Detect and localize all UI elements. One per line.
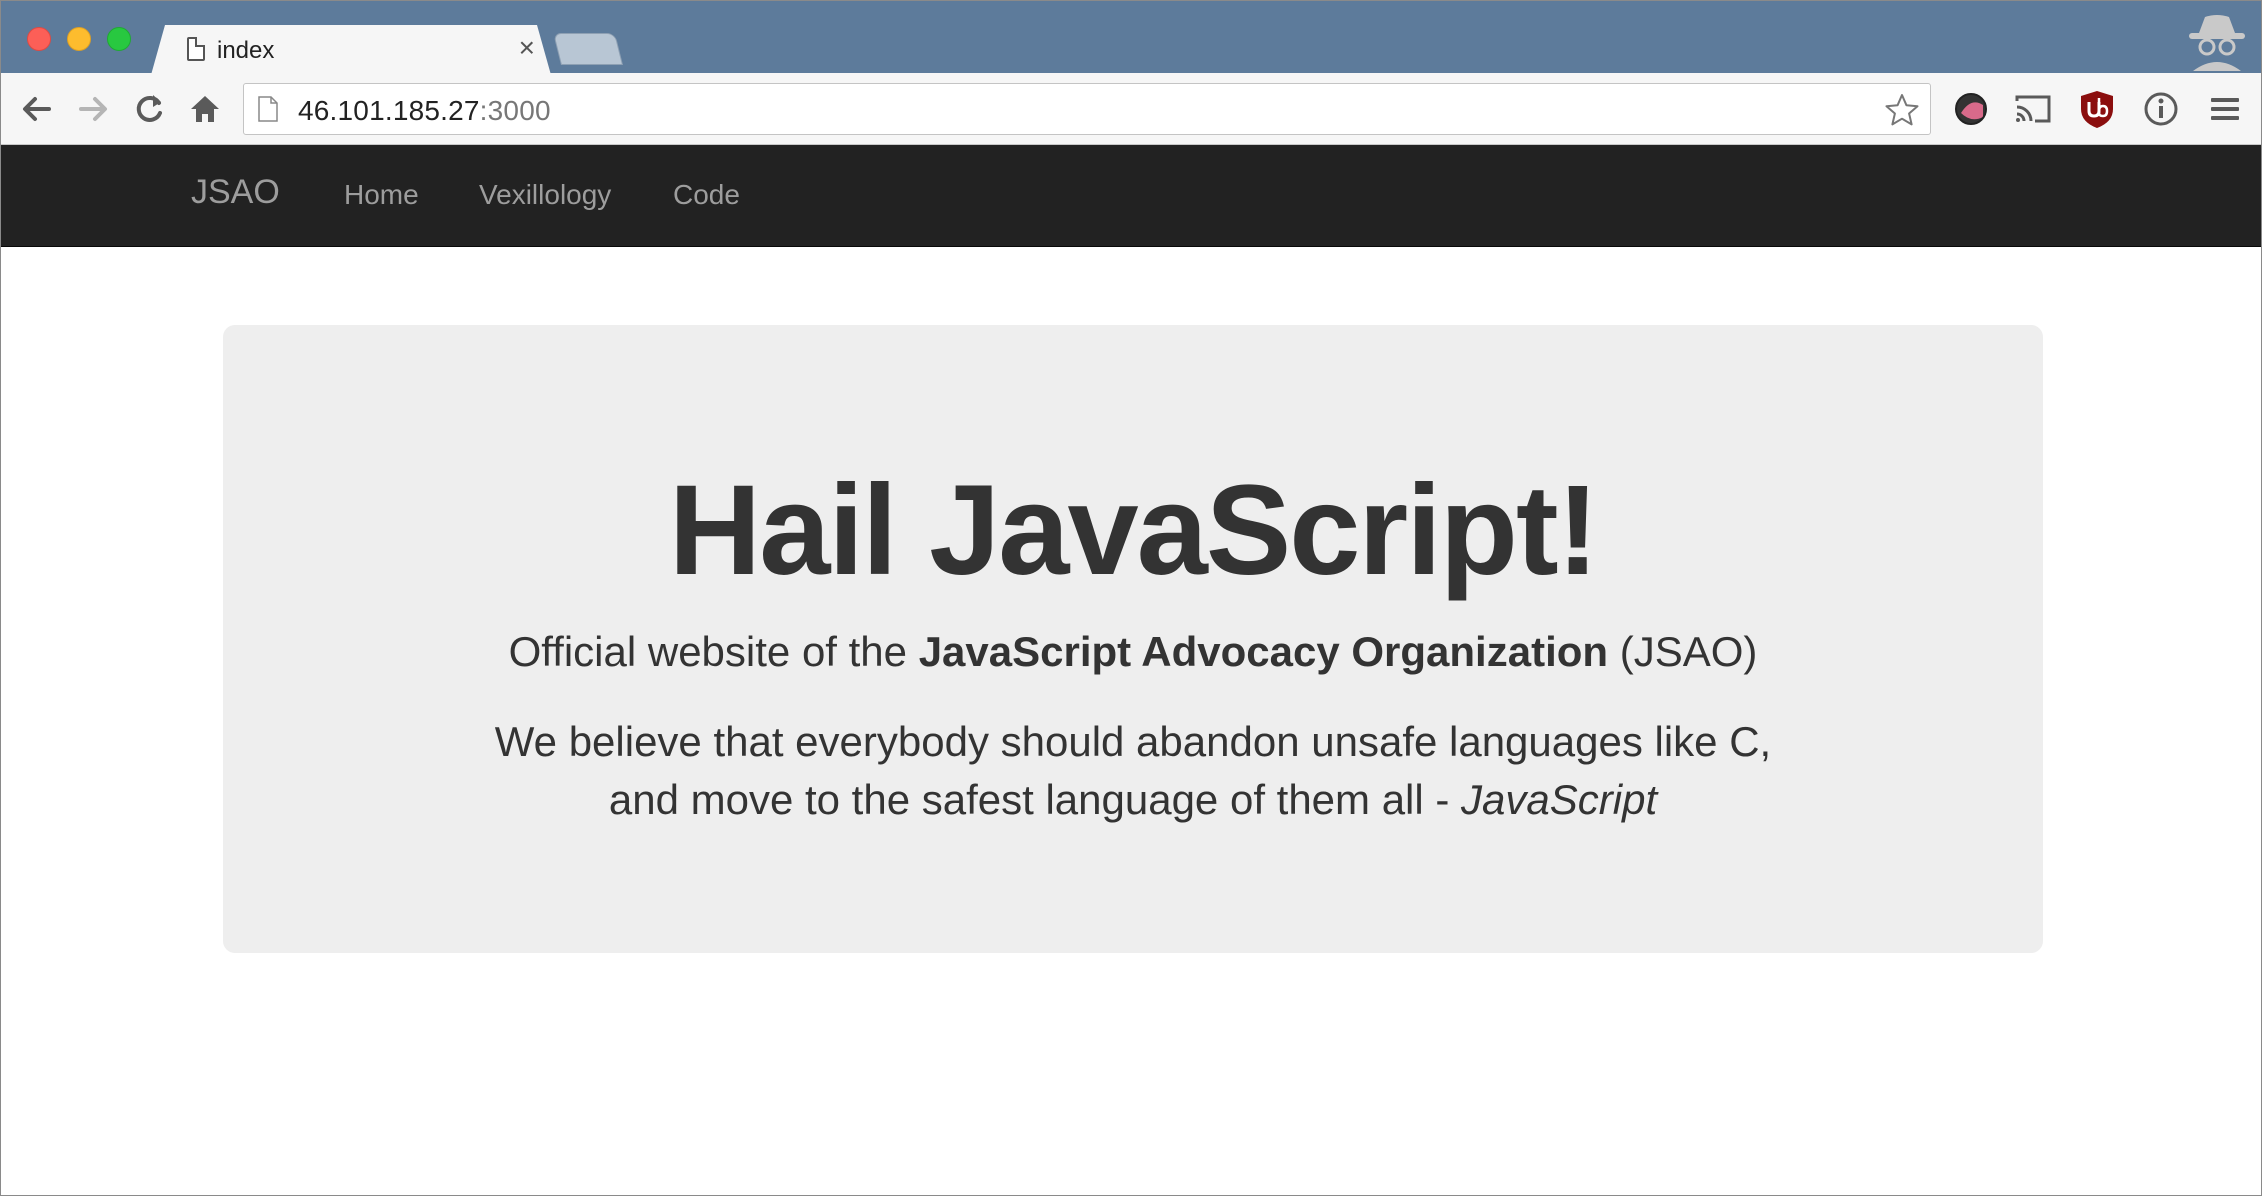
navbar-brand[interactable]: JSAO (191, 173, 280, 212)
cast-icon[interactable] (2011, 87, 2055, 131)
nav-link-home[interactable]: Home (344, 179, 419, 211)
star-icon[interactable] (1884, 92, 1920, 128)
close-window-button[interactable] (27, 27, 51, 51)
page-heading: Hail JavaScript! (668, 459, 1599, 602)
tab-index[interactable]: index × (151, 25, 551, 75)
home-icon[interactable] (183, 87, 227, 131)
menu-icon[interactable] (2203, 87, 2247, 131)
lead-text: Official website of the JavaScript Advoc… (223, 625, 2043, 680)
reload-icon[interactable] (127, 87, 171, 131)
title-bar: index × (1, 1, 2261, 75)
site-navbar: JSAO Home Vexillology Code (1, 145, 2261, 247)
nav-link-vexillology[interactable]: Vexillology (479, 179, 611, 211)
tab-close-icon[interactable]: × (519, 33, 535, 63)
lead-prefix: Official website of the (508, 628, 919, 675)
back-icon[interactable] (15, 87, 59, 131)
maximize-window-button[interactable] (107, 27, 131, 51)
belief-line-2: and move to the safest language of them … (608, 776, 1462, 823)
incognito-icon (2189, 15, 2245, 71)
lead-suffix: (JSAO) (1608, 628, 1758, 675)
ublock-icon[interactable] (2075, 87, 2119, 131)
browser-window: index × 46.101.185.27:3000 JSAO Home Vex… (0, 0, 2262, 1196)
url-port: :3000 (479, 95, 551, 126)
browser-toolbar: 46.101.185.27:3000 (1, 73, 2261, 145)
extension-icon[interactable] (1949, 87, 1993, 131)
tab-title: index (217, 37, 275, 64)
new-tab-button[interactable] (553, 33, 623, 65)
address-bar[interactable]: 46.101.185.27:3000 (243, 83, 1931, 135)
url-text[interactable]: 46.101.185.27:3000 (298, 95, 551, 127)
page-info-icon[interactable] (258, 96, 278, 122)
belief-text: We believe that everybody should abandon… (223, 713, 2043, 829)
javascript-emphasis: JavaScript (1461, 776, 1658, 823)
minimize-window-button[interactable] (67, 27, 91, 51)
belief-line-1: We believe that everybody should abandon… (494, 718, 1772, 765)
organization-name: JavaScript Advocacy Organization (918, 628, 1609, 675)
info-icon[interactable] (2139, 87, 2183, 131)
url-host: 46.101.185.27 (298, 95, 480, 126)
forward-icon[interactable] (71, 87, 115, 131)
nav-link-code[interactable]: Code (673, 179, 740, 211)
page-icon (187, 37, 205, 61)
jumbotron: Hail JavaScript! Official website of the… (223, 325, 2043, 953)
